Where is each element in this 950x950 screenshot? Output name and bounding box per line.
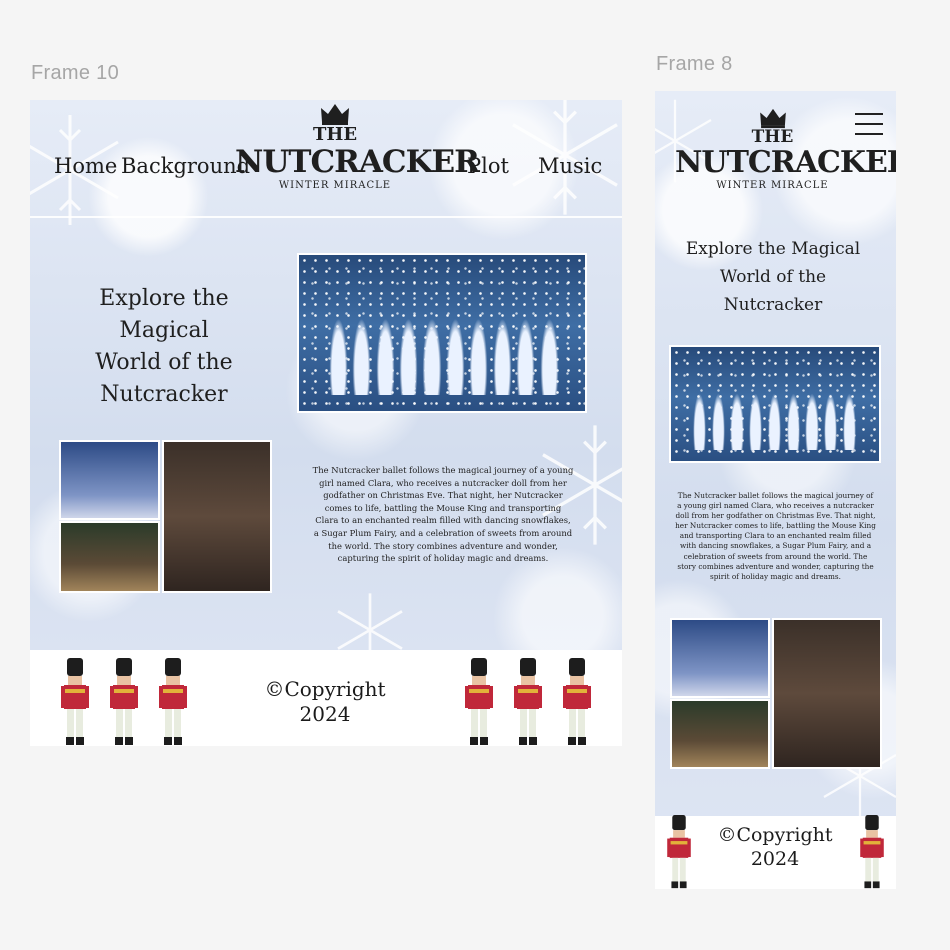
hero-headline: Explore the Magical World of the Nutcrac…	[54, 283, 274, 411]
clara-bedroom-image	[670, 618, 770, 698]
nutcracker-soldier-icon	[61, 658, 89, 745]
headline-line-2: World of the	[719, 267, 827, 287]
copyright-year: 2024	[750, 847, 800, 870]
copyright-word: Copyright	[736, 824, 833, 846]
nutcracker-soldier-icon	[563, 658, 591, 745]
headline-line-1: Explore the Magical	[99, 286, 229, 343]
story-description: The Nutcracker ballet follows the magica…	[312, 465, 574, 564]
nutcracker-soldier-icon	[159, 658, 187, 745]
nutcracker-soldier-icon	[465, 658, 493, 745]
footer-copyright: ©Copyright 2024	[705, 824, 845, 872]
christmas-party-image	[59, 521, 160, 593]
pas-de-deux-image	[162, 440, 272, 593]
logo-title-text: NUTCRACKER	[235, 144, 480, 180]
headline-line-3: Nutcracker	[100, 381, 228, 407]
crown-icon	[759, 108, 786, 129]
headline-line-3: Nutcracker	[723, 295, 823, 315]
crown-icon	[321, 104, 349, 125]
mobile-frame: THE NUTCRACKER WINTER MIRACLE Explore th…	[655, 91, 896, 889]
desktop-frame: Home Background Plot Music THE NUTCRACKE…	[30, 100, 622, 746]
headline-line-2: World of the	[95, 349, 233, 375]
clara-bedroom-image	[59, 440, 160, 520]
footer-copyright: ©Copyright 2024	[250, 677, 400, 727]
nutcracker-soldier-icon	[514, 658, 542, 745]
hero-headline: Explore the Magical World of the Nutcrac…	[675, 235, 871, 319]
frame-10-label: Frame 10	[31, 62, 119, 84]
copyright-word: Copyright	[284, 677, 386, 701]
copyright-year: 2024	[299, 702, 351, 726]
snowflake-ballet-image	[669, 345, 881, 463]
nav-home-link[interactable]: Home	[54, 154, 117, 178]
header-divider	[30, 216, 622, 218]
copyright-symbol: ©	[717, 824, 737, 846]
nutcracker-logo[interactable]: THE NUTCRACKER WINTER MIRACLE	[675, 107, 896, 192]
copyright-symbol: ©	[264, 677, 285, 701]
logo-subtitle-text: WINTER MIRACLE	[278, 180, 392, 191]
nutcracker-logo[interactable]: THE NUTCRACKER WINTER MIRACLE	[235, 102, 480, 192]
headline-line-1: Explore the Magical	[685, 239, 861, 259]
frame-8-label: Frame 8	[656, 53, 733, 75]
nav-background-link[interactable]: Background	[121, 154, 250, 178]
logo-the-text: THE	[751, 127, 794, 147]
christmas-party-image	[670, 699, 770, 769]
nutcracker-soldier-icon	[667, 815, 691, 889]
logo-subtitle-text: WINTER MIRACLE	[716, 180, 829, 191]
nutcracker-soldier-icon	[860, 815, 884, 889]
snowflake-ballet-image	[297, 253, 587, 413]
pas-de-deux-image	[772, 618, 882, 769]
story-description: The Nutcracker ballet follows the magica…	[675, 491, 876, 581]
logo-the-text: THE	[312, 124, 358, 145]
nutcracker-soldier-icon	[110, 658, 138, 745]
nav-music-link[interactable]: Music	[538, 154, 602, 178]
logo-title-text: NUTCRACKER	[675, 145, 896, 180]
